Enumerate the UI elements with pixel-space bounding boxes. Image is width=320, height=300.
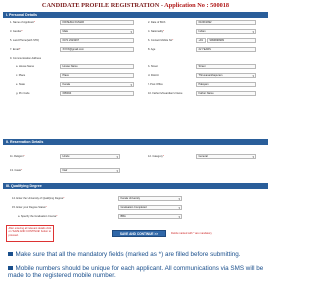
pin-field[interactable]: 695034 (60, 91, 134, 96)
district-select[interactable]: Thiruvananthapuram (196, 73, 256, 78)
religion-label: 11. Religion* (10, 155, 25, 158)
title-text: CANDIDATE PROFILE REGISTRATION - (41, 2, 165, 9)
dob-field[interactable]: 01/06/1992 (196, 20, 256, 25)
dob-label: 2. Date of Birth (148, 21, 166, 24)
degree-status-select[interactable]: Graduation Completed (118, 205, 182, 210)
proceed-note: After entering all relevant details clic… (6, 225, 54, 242)
category-label: 12. Category* (148, 155, 164, 158)
bullet-item: Make sure that all the mandatory fields … (8, 251, 266, 258)
house-label: a. House Name (16, 65, 35, 68)
district-label: d. District (148, 74, 159, 77)
name-field[interactable]: KRISHNA KUMAR (60, 20, 134, 25)
section-reservation-header: II. Reservation Details (3, 139, 268, 145)
post-label: f. Post Office (148, 83, 163, 86)
state-select[interactable]: Kerala (60, 82, 134, 87)
address-label: 9. Communication Address (10, 57, 41, 60)
mobile-label: 6. Contact Mobile No* (148, 39, 174, 42)
bullet-square-icon (8, 251, 13, 256)
gender-select[interactable]: Male (60, 29, 134, 34)
age-label: 8. Age (148, 48, 156, 51)
post-field[interactable]: Palayam (196, 82, 256, 87)
caste-label: 13. Caste* (10, 169, 23, 172)
landline-field[interactable]: 0471 2323267 (60, 38, 134, 43)
bullet-square-icon (8, 265, 13, 270)
place-field[interactable]: Place (60, 73, 134, 78)
house-field[interactable]: House Name (60, 64, 134, 69)
place-label: c. Place (16, 74, 26, 77)
email-field[interactable]: XXXX@gmail.com (60, 47, 134, 52)
university-select[interactable]: Kerala University (118, 196, 182, 201)
university-label: 14. Enter the University of Qualifying D… (12, 197, 65, 200)
state-label: e. State (16, 83, 25, 86)
father-label: 10. Father's/Guardian's Name (148, 92, 183, 95)
nationality-label: 4. Nationality* (148, 30, 165, 33)
category-select[interactable]: General (196, 154, 256, 159)
save-and-continue-button[interactable]: SAVE AND CONTINUE >> (112, 230, 166, 237)
course-label: a. Specify the Graduation Course* (18, 215, 58, 218)
father-field[interactable]: Father Name (196, 91, 256, 96)
age-field: 22 YEARS (196, 47, 256, 52)
caste-select[interactable]: Nair (60, 168, 120, 173)
email-label: 7. Email* (10, 48, 21, 51)
mobile-code-field: +91 (196, 38, 206, 43)
landline-label: 5. Land Phone(with STD) (10, 39, 40, 42)
course-select[interactable]: BBA (118, 214, 182, 219)
section-personal-header: I. Personal Details (3, 12, 268, 18)
page-title: CANDIDATE PROFILE REGISTRATION - Applica… (0, 0, 271, 12)
bullet-item: Mobile numbers should be unique for each… (8, 265, 264, 279)
gender-label: 3. Gender* (10, 30, 23, 33)
mandatory-fields-note: Fields marked with * are mandatory (171, 232, 212, 235)
nationality-select[interactable]: Indian (196, 29, 256, 34)
street-field[interactable]: Street (196, 64, 256, 69)
application-number: Application No : 500018 (164, 2, 230, 9)
degree-status-label: 15. Enter your Degree Status* (12, 206, 47, 209)
street-label: b. Street (148, 65, 158, 68)
religion-select[interactable]: Hindu (60, 154, 120, 159)
pin-label: g. Pin Code (16, 92, 30, 95)
section-qualifying-header: III. Qualifying Degree (3, 183, 268, 189)
name-label: 1. Name of Applicant* (10, 21, 35, 24)
mobile-field[interactable]: 9999999999 (207, 38, 256, 43)
